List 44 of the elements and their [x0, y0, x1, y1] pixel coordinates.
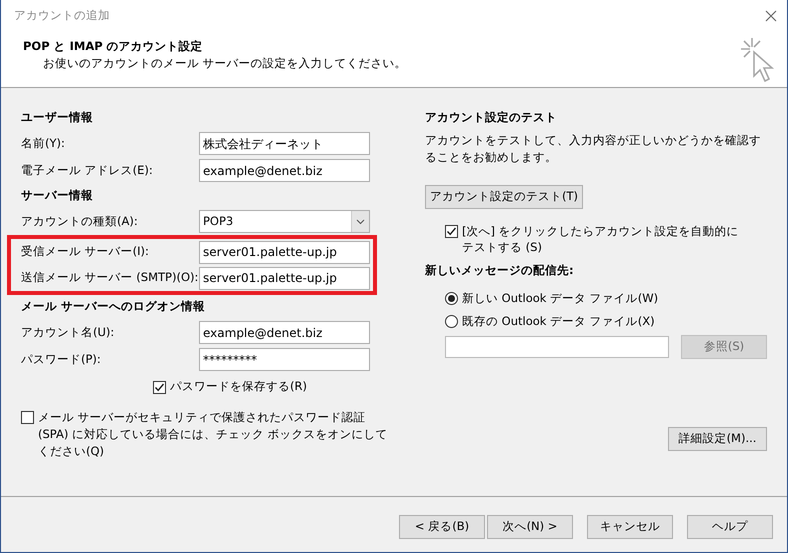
next-button[interactable]: 次へ(N) > [487, 514, 573, 538]
select-value: POP3 [203, 212, 234, 230]
field-label: アカウント名(U): [21, 324, 116, 341]
window-title: アカウントの追加 [14, 7, 110, 24]
help-button[interactable]: ヘルプ [687, 514, 773, 538]
section-heading: 新しいメッセージの配信先: [425, 262, 575, 280]
cancel-button[interactable]: キャンセル [587, 514, 673, 538]
checkbox[interactable] [153, 380, 166, 394]
chevron-icon [351, 211, 369, 232]
radio-label: 新しい Outlook データ ファイル(W) [462, 290, 658, 307]
checkbox-label: パスワードを保存する(R) [170, 378, 307, 396]
advanced-settings-button[interactable]: 詳細設定(M)... [668, 427, 767, 451]
checkbox-label: [次へ] をクリックしたらアカウント設定を自動的にテストする (S) [462, 223, 740, 255]
field-label: アカウントの種類(A): [21, 212, 139, 230]
back-button[interactable]: < 戻る(B) [399, 514, 485, 538]
field-label: 受信メール サーバー(I): [21, 243, 150, 260]
radio-button[interactable] [445, 292, 458, 305]
section-heading: サーバー情報 [21, 187, 94, 204]
header-subtitle: お使いのアカウントのメール サーバーの設定を入力してください。 [43, 55, 407, 72]
field-label: 電子メール アドレス(E): [21, 162, 154, 179]
input-field[interactable]: server01.palette-up.jp [199, 266, 370, 290]
input-field[interactable]: server01.palette-up.jp [199, 240, 370, 264]
account-type-select[interactable]: POP3 [199, 210, 370, 233]
close-icon[interactable] [765, 10, 777, 22]
radio-button[interactable] [445, 315, 458, 328]
input-field[interactable]: ********* [199, 348, 370, 371]
field-label: パスワード(P): [21, 350, 102, 368]
section-heading: メール サーバーへのログオン情報 [21, 298, 206, 316]
input-field[interactable]: example@denet.biz [199, 321, 370, 344]
file-path-field[interactable] [445, 336, 669, 358]
input-field[interactable]: example@denet.biz [199, 159, 370, 182]
header-title: POP と IMAP のアカウント設定 [23, 38, 204, 55]
section-heading: ユーザー情報 [21, 109, 94, 126]
test-account-button[interactable]: アカウント設定のテスト(T) [425, 185, 583, 209]
input-field[interactable]: 株式会社ディーネット [199, 132, 370, 155]
description-text: アカウントをテストして、入力内容が正しいかどうかを確認することをお勧めします。 [425, 132, 762, 166]
checkbox[interactable] [445, 225, 458, 238]
checkbox[interactable] [21, 411, 34, 424]
field-label: 送信メール サーバー (SMTP)(O): [21, 269, 199, 286]
field-label: 名前(Y): [21, 134, 66, 152]
radio-label: 既存の Outlook データ ファイル(X) [462, 312, 655, 330]
section-heading: アカウント設定のテスト [425, 109, 558, 126]
checkbox-label: メール サーバーがセキュリティで保護されたパスワード認証 (SPA) に対応している場合には、チェック ボックスをオンにしてください(Q) [38, 409, 389, 460]
cursor-click-icon [739, 36, 775, 84]
